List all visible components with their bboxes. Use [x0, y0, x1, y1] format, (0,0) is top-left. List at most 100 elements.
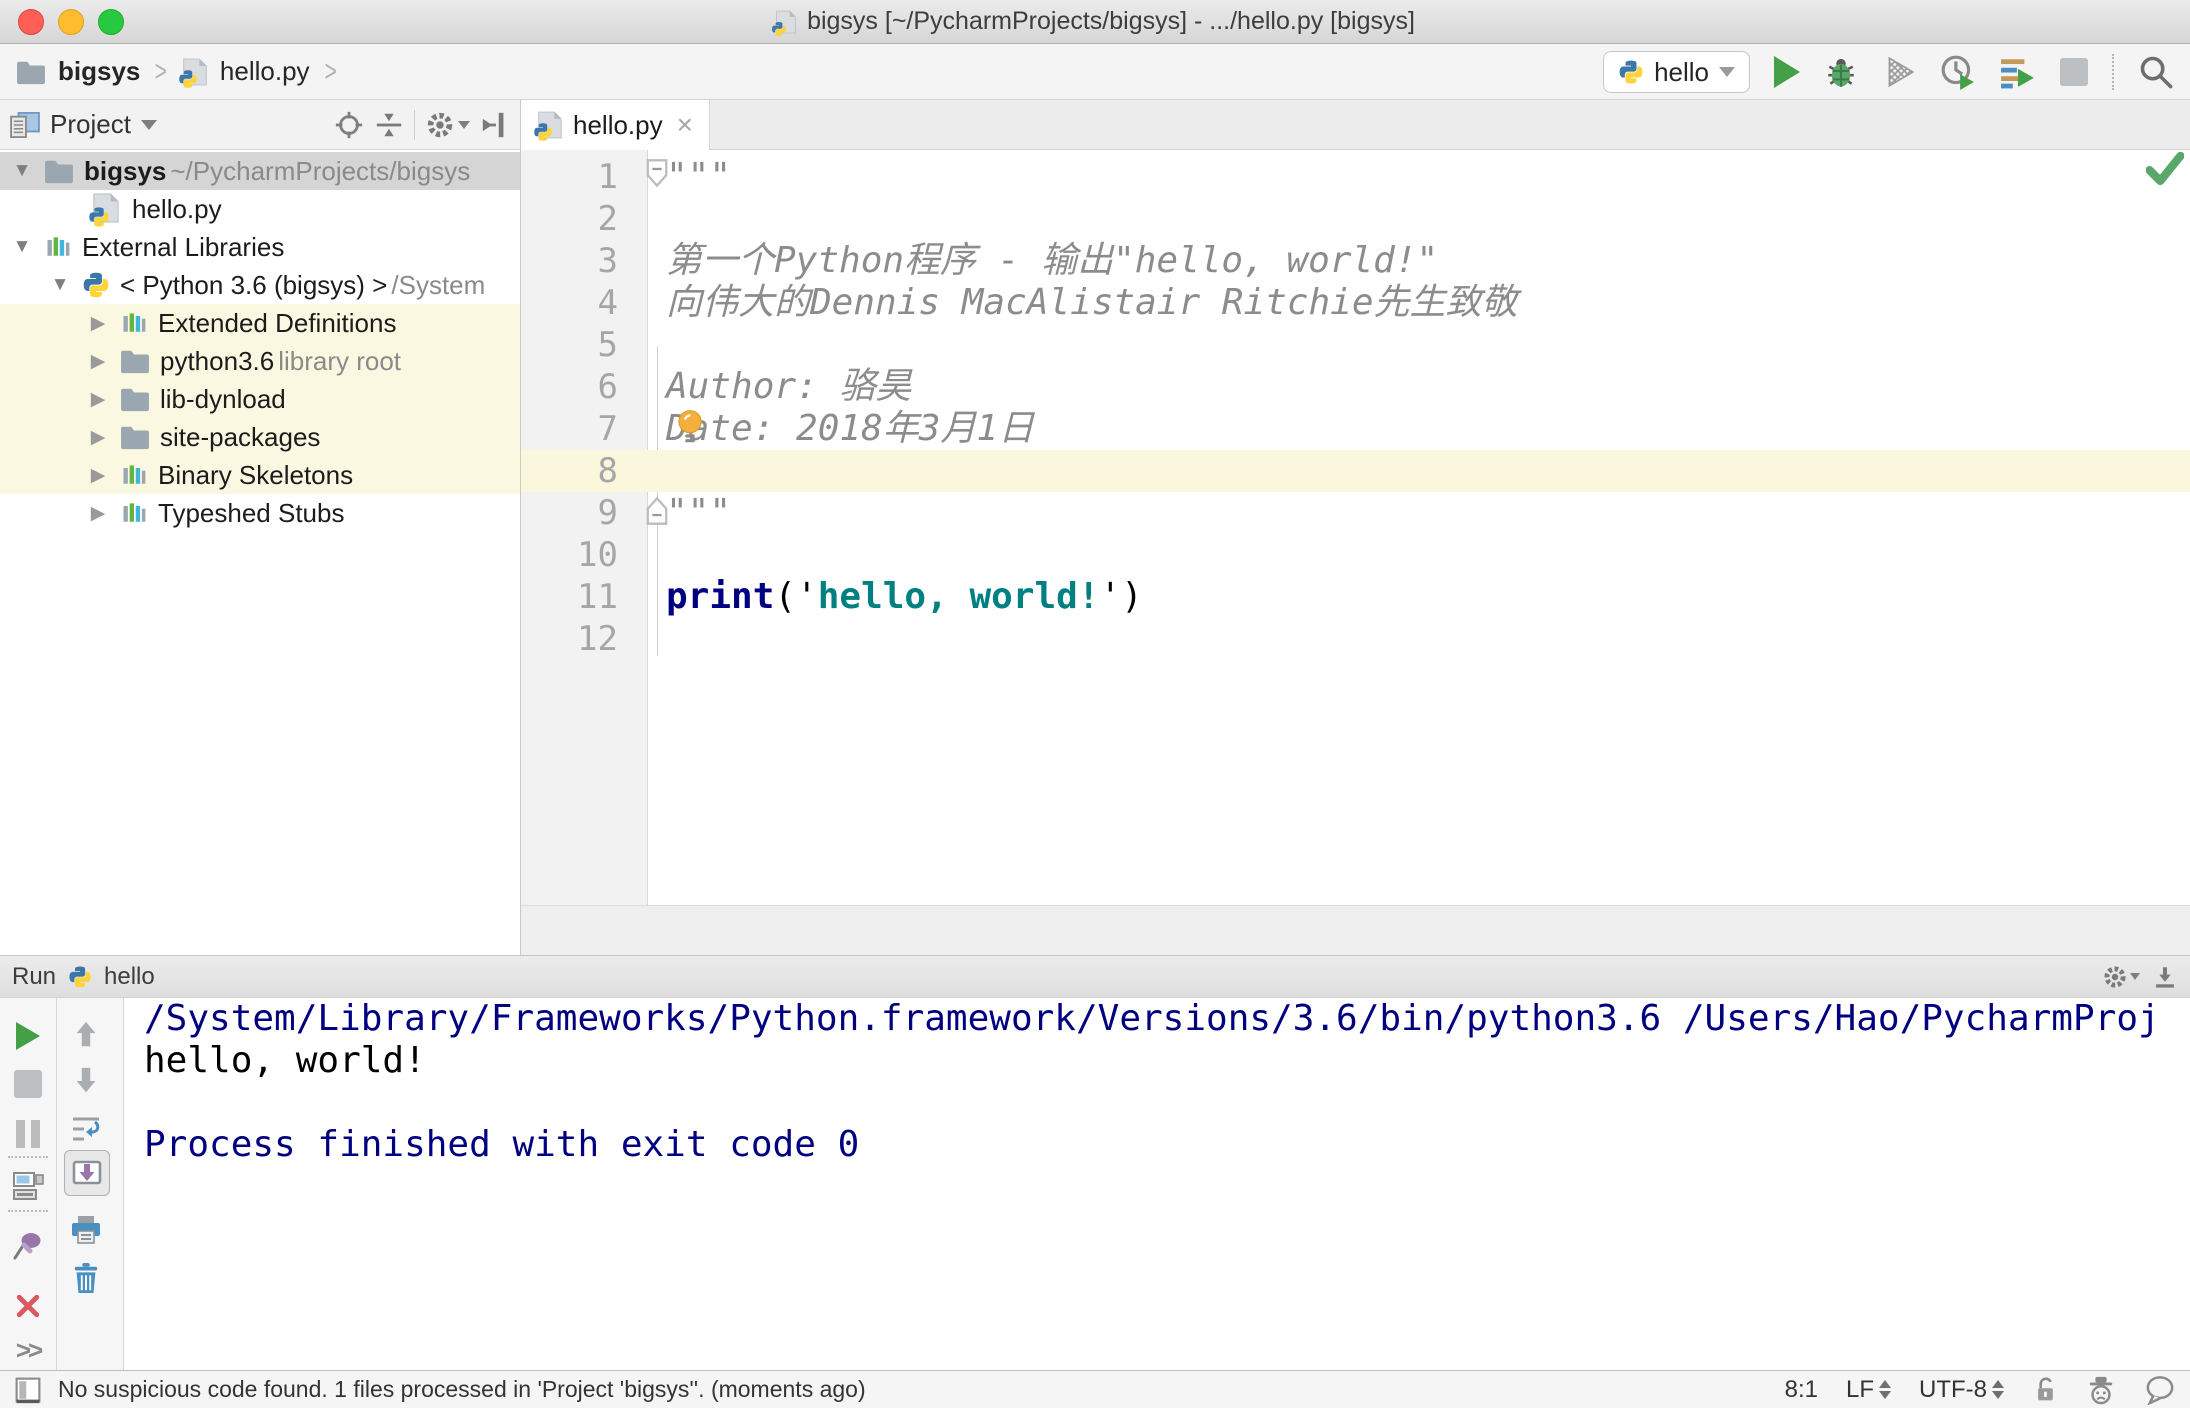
breadcrumb-file[interactable]: hello.py	[220, 56, 310, 87]
code-line: 1 """	[597, 156, 732, 197]
chevron-down-icon	[140, 119, 157, 130]
status-bar: No suspicious code found. 1 files proces…	[0, 1370, 2190, 1408]
expander-closed-icon[interactable]: ▶	[86, 502, 110, 525]
expander-closed-icon[interactable]: ▶	[86, 350, 110, 373]
zoom-window-button[interactable]	[98, 9, 124, 35]
tree-item-python3-6-root[interactable]: ▶ python3.6 library root	[0, 342, 520, 380]
tree-item-python-3-6[interactable]: ▼ < Python 3.6 (bigsys) >/System	[0, 266, 520, 304]
project-panel-title[interactable]: Project	[50, 109, 131, 140]
debug-button[interactable]	[1824, 55, 1858, 89]
encoding-select[interactable]: UTF-8	[1919, 1376, 2004, 1404]
restore-layout-button[interactable]	[8, 1166, 48, 1206]
tree-item-hello-py[interactable]: hello.py	[0, 190, 520, 228]
tree-item-external-libraries[interactable]: ▼ External Libraries	[0, 228, 520, 266]
project-tree: ▼ bigsys ~/PycharmProjects/bigsys hello.p…	[0, 152, 520, 532]
clear-all-button[interactable]	[66, 1258, 106, 1298]
chevron-down-icon	[458, 120, 470, 129]
locate-file-icon[interactable]	[334, 110, 364, 140]
toolbar-separator	[414, 109, 415, 140]
collapse-all-icon[interactable]	[374, 110, 404, 140]
more-options-button[interactable]: >>	[8, 1330, 48, 1370]
stop-button[interactable]	[2060, 58, 2088, 86]
up-stack-trace-button[interactable]	[66, 1014, 106, 1054]
chevron-down-icon	[1719, 67, 1735, 77]
tree-item-lib-dynload[interactable]: ▶ lib-dynload	[0, 380, 520, 418]
stop-button[interactable]	[8, 1064, 48, 1104]
expander-closed-icon[interactable]: ▶	[86, 388, 110, 411]
fold-start-marker-icon[interactable]	[645, 158, 669, 188]
python-logo-icon	[82, 271, 110, 299]
status-message[interactable]: No suspicious code found. 1 files proces…	[58, 1376, 866, 1403]
code-line-caret: 8	[521, 450, 2190, 492]
scroll-to-end-button[interactable]	[64, 1150, 110, 1196]
profile-button[interactable]	[1940, 54, 1976, 90]
tree-item-extended-definitions[interactable]: ▶ Extended Definitions	[0, 304, 520, 342]
library-icon	[120, 461, 148, 489]
pin-tab-button[interactable]	[8, 1226, 48, 1266]
breadcrumb-project[interactable]: bigsys	[58, 56, 140, 87]
hide-panel-icon[interactable]	[480, 110, 510, 140]
run-tool-window: Run hello >> /System/Library/Frameworks/…	[0, 955, 2190, 1370]
print-button[interactable]	[66, 1210, 106, 1250]
toolbar-separator	[8, 1156, 48, 1158]
run-console[interactable]: /System/Library/Frameworks/Python.framew…	[144, 998, 2190, 1370]
minimize-window-button[interactable]	[58, 9, 84, 35]
caret-position[interactable]: 8:1	[1785, 1376, 1818, 1404]
event-log-bubble-icon[interactable]	[2144, 1375, 2176, 1405]
run-configuration-select[interactable]: hello	[1603, 51, 1750, 93]
tree-item-bigsys[interactable]: ▼ bigsys ~/PycharmProjects/bigsys	[0, 152, 520, 190]
tree-item-typeshed-stubs[interactable]: ▶ Typeshed Stubs	[0, 494, 520, 532]
breadcrumb-separator-icon: >	[155, 54, 168, 88]
project-tool-icon	[10, 111, 40, 138]
code-line: 4 向伟大的Dennis MacAlistair Ritchie先生致敬	[597, 282, 1518, 323]
code-line: 9 """	[597, 492, 732, 533]
gear-icon[interactable]	[425, 110, 470, 140]
run-tab-name[interactable]: hello	[104, 963, 155, 991]
editor-horizontal-scrollbar[interactable]	[521, 905, 2190, 955]
code-line: 10	[577, 535, 618, 575]
tree-item-site-packages[interactable]: ▶ site-packages	[0, 418, 520, 456]
down-stack-trace-button[interactable]	[66, 1060, 106, 1100]
expander-open-icon[interactable]: ▼	[10, 236, 34, 258]
code-line: 11 print('hello, world!')	[577, 576, 1143, 617]
chevron-down-icon	[2130, 973, 2140, 980]
gear-icon[interactable]	[2102, 964, 2140, 990]
tree-item-binary-skeletons[interactable]: ▶ Binary Skeletons	[0, 456, 520, 494]
run-button[interactable]	[1774, 56, 1800, 88]
line-ending-select[interactable]: LF	[1846, 1376, 1891, 1404]
close-button[interactable]	[8, 1286, 48, 1326]
soft-wrap-button[interactable]	[66, 1110, 106, 1150]
run-with-coverage-button[interactable]	[1882, 55, 1916, 89]
intention-bulb-icon[interactable]	[673, 408, 707, 446]
toggle-toolwindows-icon[interactable]	[14, 1376, 42, 1404]
rerun-button[interactable]	[8, 1016, 48, 1056]
expander-closed-icon[interactable]: ▶	[86, 312, 110, 335]
concurrency-diagram-button[interactable]	[2000, 55, 2036, 89]
expander-open-icon[interactable]: ▼	[48, 274, 72, 296]
fold-end-marker-icon[interactable]	[645, 496, 669, 526]
inspections-ok-icon[interactable]	[2146, 152, 2184, 186]
search-everywhere-icon[interactable]	[2138, 54, 2174, 90]
title-bar: bigsys [~/PycharmProjects/bigsys] - .../…	[0, 0, 2190, 44]
close-tab-icon[interactable]: ×	[677, 109, 693, 141]
hide-panel-down-icon[interactable]	[2152, 964, 2178, 990]
folder-icon	[120, 348, 150, 374]
expander-closed-icon[interactable]: ▶	[86, 426, 110, 449]
expander-closed-icon[interactable]: ▶	[86, 464, 110, 487]
pause-output-button[interactable]	[8, 1114, 48, 1154]
console-line: Process finished with exit code 0	[144, 1124, 860, 1165]
unlock-icon[interactable]	[2032, 1376, 2058, 1404]
code-editor[interactable]: 1 """ 2 3 第一个Python程序 - 输出"hello, world!" …	[521, 150, 2190, 905]
breadcrumb-separator-icon: >	[324, 54, 337, 88]
tab-hello-py[interactable]: hello.py ×	[521, 100, 710, 150]
hector-inspector-icon[interactable]	[2086, 1375, 2116, 1405]
folder-icon	[120, 386, 150, 412]
code-line: 12	[577, 619, 618, 659]
close-window-button[interactable]	[18, 9, 44, 35]
console-line: /System/Library/Frameworks/Python.framew…	[144, 998, 2160, 1039]
breadcrumb: bigsys > hello.py >	[0, 55, 339, 89]
run-panel-title[interactable]: Run	[12, 963, 56, 991]
expander-open-icon[interactable]: ▼	[10, 160, 34, 182]
folder-icon	[44, 158, 74, 184]
